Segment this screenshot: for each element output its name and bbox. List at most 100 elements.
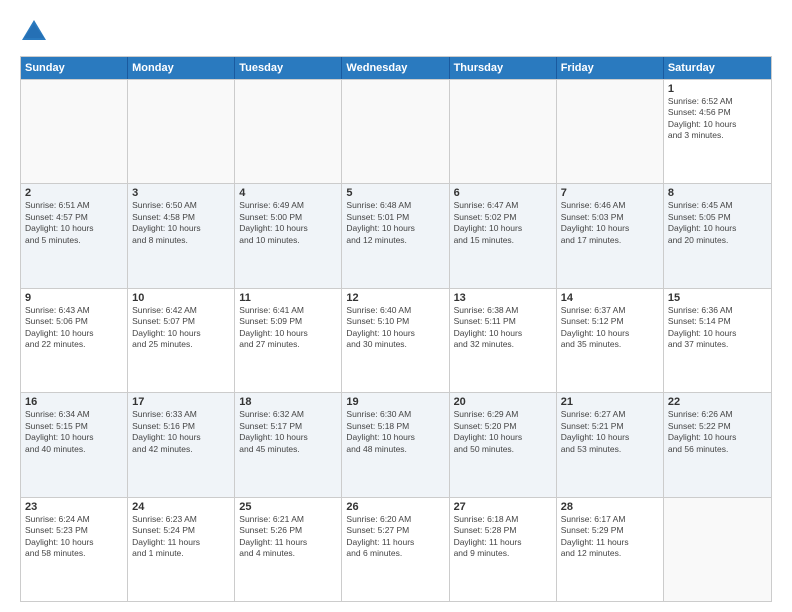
calendar-cell	[21, 80, 128, 183]
day-info: Sunrise: 6:18 AM Sunset: 5:28 PM Dayligh…	[454, 514, 552, 560]
calendar-cell: 4Sunrise: 6:49 AM Sunset: 5:00 PM Daylig…	[235, 184, 342, 287]
calendar-cell: 3Sunrise: 6:50 AM Sunset: 4:58 PM Daylig…	[128, 184, 235, 287]
calendar-cell: 20Sunrise: 6:29 AM Sunset: 5:20 PM Dayli…	[450, 393, 557, 496]
day-info: Sunrise: 6:26 AM Sunset: 5:22 PM Dayligh…	[668, 409, 767, 455]
calendar-cell: 26Sunrise: 6:20 AM Sunset: 5:27 PM Dayli…	[342, 498, 449, 601]
day-number: 14	[561, 292, 659, 304]
calendar-cell: 16Sunrise: 6:34 AM Sunset: 5:15 PM Dayli…	[21, 393, 128, 496]
day-number: 3	[132, 187, 230, 199]
day-number: 16	[25, 396, 123, 408]
calendar-cell	[450, 80, 557, 183]
calendar-row: 23Sunrise: 6:24 AM Sunset: 5:23 PM Dayli…	[21, 497, 771, 601]
calendar-row: 16Sunrise: 6:34 AM Sunset: 5:15 PM Dayli…	[21, 392, 771, 496]
day-number: 10	[132, 292, 230, 304]
day-number: 6	[454, 187, 552, 199]
day-info: Sunrise: 6:21 AM Sunset: 5:26 PM Dayligh…	[239, 514, 337, 560]
calendar-cell: 13Sunrise: 6:38 AM Sunset: 5:11 PM Dayli…	[450, 289, 557, 392]
day-info: Sunrise: 6:49 AM Sunset: 5:00 PM Dayligh…	[239, 200, 337, 246]
day-info: Sunrise: 6:50 AM Sunset: 4:58 PM Dayligh…	[132, 200, 230, 246]
day-info: Sunrise: 6:17 AM Sunset: 5:29 PM Dayligh…	[561, 514, 659, 560]
day-info: Sunrise: 6:30 AM Sunset: 5:18 PM Dayligh…	[346, 409, 444, 455]
calendar-row: 9Sunrise: 6:43 AM Sunset: 5:06 PM Daylig…	[21, 288, 771, 392]
day-number: 9	[25, 292, 123, 304]
calendar-cell: 6Sunrise: 6:47 AM Sunset: 5:02 PM Daylig…	[450, 184, 557, 287]
day-number: 25	[239, 501, 337, 513]
calendar-cell: 24Sunrise: 6:23 AM Sunset: 5:24 PM Dayli…	[128, 498, 235, 601]
calendar-cell: 27Sunrise: 6:18 AM Sunset: 5:28 PM Dayli…	[450, 498, 557, 601]
day-number: 12	[346, 292, 444, 304]
calendar-cell	[128, 80, 235, 183]
day-info: Sunrise: 6:34 AM Sunset: 5:15 PM Dayligh…	[25, 409, 123, 455]
day-info: Sunrise: 6:51 AM Sunset: 4:57 PM Dayligh…	[25, 200, 123, 246]
calendar-cell: 1Sunrise: 6:52 AM Sunset: 4:56 PM Daylig…	[664, 80, 771, 183]
day-info: Sunrise: 6:42 AM Sunset: 5:07 PM Dayligh…	[132, 305, 230, 351]
day-info: Sunrise: 6:27 AM Sunset: 5:21 PM Dayligh…	[561, 409, 659, 455]
calendar-header-cell: Saturday	[664, 57, 771, 79]
calendar-header-cell: Thursday	[450, 57, 557, 79]
day-number: 21	[561, 396, 659, 408]
day-info: Sunrise: 6:33 AM Sunset: 5:16 PM Dayligh…	[132, 409, 230, 455]
logo-icon	[20, 18, 48, 46]
day-info: Sunrise: 6:38 AM Sunset: 5:11 PM Dayligh…	[454, 305, 552, 351]
day-number: 17	[132, 396, 230, 408]
calendar-cell: 10Sunrise: 6:42 AM Sunset: 5:07 PM Dayli…	[128, 289, 235, 392]
calendar-cell: 5Sunrise: 6:48 AM Sunset: 5:01 PM Daylig…	[342, 184, 449, 287]
day-number: 11	[239, 292, 337, 304]
day-number: 15	[668, 292, 767, 304]
calendar-header-cell: Sunday	[21, 57, 128, 79]
day-number: 19	[346, 396, 444, 408]
day-info: Sunrise: 6:45 AM Sunset: 5:05 PM Dayligh…	[668, 200, 767, 246]
calendar-cell: 18Sunrise: 6:32 AM Sunset: 5:17 PM Dayli…	[235, 393, 342, 496]
day-info: Sunrise: 6:40 AM Sunset: 5:10 PM Dayligh…	[346, 305, 444, 351]
day-number: 8	[668, 187, 767, 199]
calendar-cell: 2Sunrise: 6:51 AM Sunset: 4:57 PM Daylig…	[21, 184, 128, 287]
calendar-cell	[342, 80, 449, 183]
day-info: Sunrise: 6:37 AM Sunset: 5:12 PM Dayligh…	[561, 305, 659, 351]
calendar-cell: 11Sunrise: 6:41 AM Sunset: 5:09 PM Dayli…	[235, 289, 342, 392]
calendar-body: 1Sunrise: 6:52 AM Sunset: 4:56 PM Daylig…	[21, 79, 771, 601]
day-number: 13	[454, 292, 552, 304]
calendar-cell: 12Sunrise: 6:40 AM Sunset: 5:10 PM Dayli…	[342, 289, 449, 392]
calendar-cell: 7Sunrise: 6:46 AM Sunset: 5:03 PM Daylig…	[557, 184, 664, 287]
logo	[20, 18, 52, 46]
day-info: Sunrise: 6:29 AM Sunset: 5:20 PM Dayligh…	[454, 409, 552, 455]
calendar-cell: 15Sunrise: 6:36 AM Sunset: 5:14 PM Dayli…	[664, 289, 771, 392]
day-info: Sunrise: 6:43 AM Sunset: 5:06 PM Dayligh…	[25, 305, 123, 351]
calendar-cell: 22Sunrise: 6:26 AM Sunset: 5:22 PM Dayli…	[664, 393, 771, 496]
day-number: 22	[668, 396, 767, 408]
calendar-header-cell: Wednesday	[342, 57, 449, 79]
calendar-cell: 25Sunrise: 6:21 AM Sunset: 5:26 PM Dayli…	[235, 498, 342, 601]
day-info: Sunrise: 6:52 AM Sunset: 4:56 PM Dayligh…	[668, 96, 767, 142]
calendar-cell	[664, 498, 771, 601]
header	[20, 18, 772, 46]
day-number: 23	[25, 501, 123, 513]
page: SundayMondayTuesdayWednesdayThursdayFrid…	[0, 0, 792, 612]
day-number: 7	[561, 187, 659, 199]
day-info: Sunrise: 6:32 AM Sunset: 5:17 PM Dayligh…	[239, 409, 337, 455]
calendar-cell: 9Sunrise: 6:43 AM Sunset: 5:06 PM Daylig…	[21, 289, 128, 392]
calendar: SundayMondayTuesdayWednesdayThursdayFrid…	[20, 56, 772, 602]
calendar-header: SundayMondayTuesdayWednesdayThursdayFrid…	[21, 57, 771, 79]
calendar-cell: 28Sunrise: 6:17 AM Sunset: 5:29 PM Dayli…	[557, 498, 664, 601]
day-info: Sunrise: 6:46 AM Sunset: 5:03 PM Dayligh…	[561, 200, 659, 246]
day-number: 2	[25, 187, 123, 199]
calendar-cell	[557, 80, 664, 183]
calendar-header-cell: Monday	[128, 57, 235, 79]
calendar-cell	[235, 80, 342, 183]
calendar-cell: 19Sunrise: 6:30 AM Sunset: 5:18 PM Dayli…	[342, 393, 449, 496]
day-info: Sunrise: 6:23 AM Sunset: 5:24 PM Dayligh…	[132, 514, 230, 560]
calendar-header-cell: Tuesday	[235, 57, 342, 79]
day-number: 1	[668, 83, 767, 95]
calendar-cell: 8Sunrise: 6:45 AM Sunset: 5:05 PM Daylig…	[664, 184, 771, 287]
day-number: 20	[454, 396, 552, 408]
day-info: Sunrise: 6:36 AM Sunset: 5:14 PM Dayligh…	[668, 305, 767, 351]
day-number: 27	[454, 501, 552, 513]
calendar-cell: 23Sunrise: 6:24 AM Sunset: 5:23 PM Dayli…	[21, 498, 128, 601]
calendar-cell: 21Sunrise: 6:27 AM Sunset: 5:21 PM Dayli…	[557, 393, 664, 496]
day-number: 28	[561, 501, 659, 513]
day-number: 18	[239, 396, 337, 408]
calendar-row: 1Sunrise: 6:52 AM Sunset: 4:56 PM Daylig…	[21, 79, 771, 183]
calendar-cell: 14Sunrise: 6:37 AM Sunset: 5:12 PM Dayli…	[557, 289, 664, 392]
day-info: Sunrise: 6:24 AM Sunset: 5:23 PM Dayligh…	[25, 514, 123, 560]
day-number: 4	[239, 187, 337, 199]
